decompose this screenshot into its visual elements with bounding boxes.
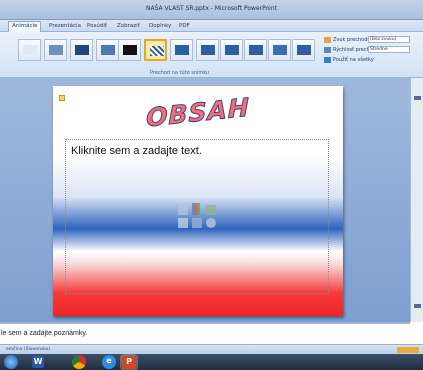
transition-wipe-up-thumbnail[interactable] xyxy=(244,39,267,61)
slide-marker-icon xyxy=(59,95,65,101)
insert-chart-icon[interactable] xyxy=(192,203,200,215)
internet-explorer-icon[interactable]: e xyxy=(102,355,116,369)
insert-picture-icon[interactable] xyxy=(178,218,188,228)
sound-label: Zvuk prechodu: xyxy=(333,37,373,43)
notes-placeholder: le sem a zadajte poznámky. xyxy=(1,330,88,337)
insert-smartart-icon[interactable] xyxy=(206,205,216,215)
tab-addins[interactable]: Doplnky xyxy=(146,22,174,30)
transition-cover-down-thumbnail[interactable] xyxy=(292,39,315,61)
transition-cut-thumbnail[interactable] xyxy=(96,39,119,61)
content-placeholder[interactable]: Kliknite sem a zadajte text. xyxy=(65,139,329,294)
vertical-scrollbar[interactable] xyxy=(410,78,423,322)
transition-cut-black-thumbnail[interactable] xyxy=(118,39,141,61)
insert-clipart-icon[interactable] xyxy=(192,218,202,228)
language-status[interactable]: emčina (Slovensko) xyxy=(6,347,50,352)
insert-table-icon[interactable] xyxy=(178,205,188,215)
status-bar: emčina (Slovensko) xyxy=(0,344,423,354)
insert-media-icon[interactable] xyxy=(206,218,216,228)
window-title: NAŠA VLAST SR.pptx - Microsoft PowerPoin… xyxy=(145,5,277,12)
transition-wipe-right-thumbnail[interactable] xyxy=(220,39,243,61)
tab-animations[interactable]: Animácie xyxy=(8,21,42,32)
apply-all-icon xyxy=(324,57,331,63)
transition-fade-smooth-thumbnail[interactable] xyxy=(44,39,67,61)
start-button-icon[interactable] xyxy=(4,355,18,369)
speed-dropdown[interactable]: Stredne xyxy=(368,46,410,53)
chrome-icon[interactable] xyxy=(72,355,86,369)
transition-none-thumbnail[interactable] xyxy=(18,39,41,61)
transition-dissolve-thumbnail[interactable] xyxy=(144,39,167,61)
tab-review[interactable]: Posúdiť xyxy=(84,22,110,30)
powerpoint-icon[interactable]: P xyxy=(122,356,136,369)
notes-pane[interactable]: le sem a zadajte poznámky. xyxy=(0,322,410,344)
slide-title[interactable]: OBSAH xyxy=(53,83,343,142)
tab-slideshow[interactable]: Prezentácia xyxy=(46,22,84,30)
transition-group-label: Prechod na túto snímku xyxy=(150,70,210,76)
tab-pdf[interactable]: PDF xyxy=(176,22,193,30)
transition-wipe-down-thumbnail[interactable] xyxy=(170,39,193,61)
content-placeholder-text: Kliknite sem a zadajte text. xyxy=(71,145,202,157)
ribbon-tab-strip: Animácie Prezentácia Posúdiť Zobraziť Do… xyxy=(0,20,423,32)
transition-fade-black-thumbnail[interactable] xyxy=(70,39,93,61)
tab-view[interactable]: Zobraziť xyxy=(114,22,143,30)
sound-dropdown[interactable]: [Bez zvuku] xyxy=(368,36,410,43)
taskbar: W e P xyxy=(0,354,423,370)
insert-content-icons xyxy=(175,203,221,231)
title-bar: NAŠA VLAST SR.pptx - Microsoft PowerPoin… xyxy=(0,0,423,20)
transition-wipe-left-thumbnail[interactable] xyxy=(196,39,219,61)
transition-split-thumbnail[interactable] xyxy=(268,39,291,61)
view-buttons[interactable] xyxy=(397,347,419,353)
slide-canvas[interactable]: OBSAH Kliknite sem a zadajte text. xyxy=(53,86,343,316)
ribbon: Zvuk prechodu: [Bez zvuku] Rýchlosť prec… xyxy=(0,32,423,78)
speed-icon xyxy=(324,47,331,53)
word-icon[interactable]: W xyxy=(32,356,44,368)
scroll-up-icon[interactable] xyxy=(414,96,421,100)
sound-icon xyxy=(324,37,331,43)
scroll-down-icon[interactable] xyxy=(414,304,421,308)
apply-all-button[interactable]: Použiť na všetky xyxy=(333,57,374,63)
